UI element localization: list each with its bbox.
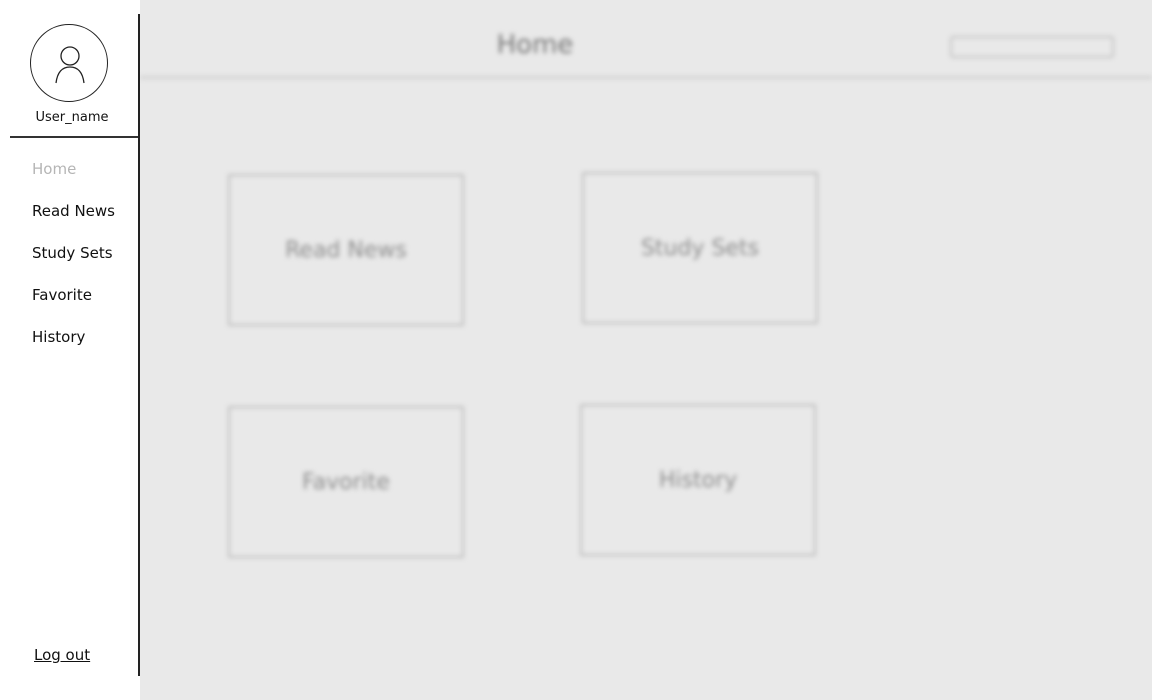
sidebar-item-history[interactable]: History <box>32 326 115 368</box>
card-label: Study Sets <box>640 235 760 261</box>
logout-link[interactable]: Log out <box>34 646 90 664</box>
search-input[interactable] <box>950 36 1114 58</box>
card-label: Favorite <box>302 469 390 495</box>
username-label: User_name <box>35 110 109 125</box>
sidebar-nav: Home Read News Study Sets Favorite Histo… <box>32 158 115 368</box>
card-label: Read News <box>285 237 407 263</box>
avatar[interactable] <box>30 24 108 102</box>
main-inner: Home Read News Study Sets Favorite Histo… <box>140 0 1152 700</box>
sidebar: User_name Home Read News Study Sets Favo… <box>0 0 140 700</box>
divider <box>10 136 138 138</box>
page-title: Home <box>496 30 574 60</box>
main-content: Home Read News Study Sets Favorite Histo… <box>140 0 1152 700</box>
card-history[interactable]: History <box>580 404 816 556</box>
sidebar-item-home[interactable]: Home <box>32 158 115 200</box>
card-label: History <box>658 467 738 493</box>
sidebar-item-favorite[interactable]: Favorite <box>32 284 115 326</box>
header-divider <box>140 76 1152 79</box>
user-icon <box>55 46 85 84</box>
card-read-news[interactable]: Read News <box>228 174 464 326</box>
card-favorite[interactable]: Favorite <box>228 406 464 558</box>
card-study-sets[interactable]: Study Sets <box>582 172 818 324</box>
sidebar-item-read-news[interactable]: Read News <box>32 200 115 242</box>
sidebar-item-study-sets[interactable]: Study Sets <box>32 242 115 284</box>
